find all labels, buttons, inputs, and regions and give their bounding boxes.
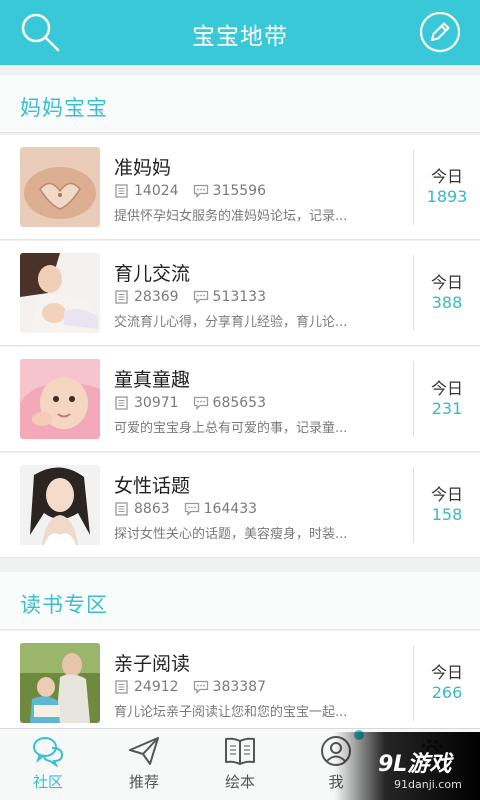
comment-icon [193, 184, 208, 198]
forum-row-qinzi[interactable]: 亲子阅读 24912 383387 育儿论坛亲子阅读让您和您的宝宝一起... 今… [0, 631, 480, 736]
watermark-logo: 9L游戏 91danji.com [334, 732, 480, 800]
watermark-main-text: 9L游戏 [378, 752, 452, 777]
document-icon [115, 396, 128, 410]
today-count: 231 [431, 399, 463, 418]
forum-description: 提供怀孕妇女服务的准妈妈论坛，记录... [114, 209, 348, 224]
thread-count: 24912 [134, 679, 179, 695]
forum-row-tongzhen[interactable]: 童真童趣 30971 685653 可爱的宝宝身上总有可爱的事，记录童... 今… [0, 347, 480, 452]
today-label: 今日 [430, 379, 463, 398]
forum-name: 女性话题 [114, 475, 191, 497]
forum-stats: 30971 685653 [114, 395, 266, 411]
tab-recommend[interactable]: 推荐 [96, 729, 192, 800]
today-label: 今日 [430, 663, 463, 682]
tab-label: 社区 [32, 773, 63, 791]
thread-count: 8863 [134, 501, 170, 517]
forum-row-zhunmama[interactable]: 准妈妈 14024 315596 提供怀孕妇女服务的准妈妈论坛，记录... 今日… [0, 135, 480, 240]
forum-stats: 8863 164433 [114, 501, 257, 517]
watermark-url: 91danji.com [394, 778, 462, 791]
forum-thumbnail [20, 147, 100, 227]
thread-count: 30971 [134, 395, 179, 411]
paper-plane-icon [129, 737, 159, 765]
edit-icon [419, 11, 461, 53]
today-count: 388 [431, 293, 463, 312]
top-bar: 宝宝地带 [0, 0, 480, 65]
chat-bubbles-icon [33, 737, 64, 767]
book-icon [225, 737, 255, 765]
document-icon [115, 184, 128, 198]
reply-count: 315596 [212, 183, 266, 199]
document-icon [115, 680, 128, 694]
document-icon [115, 502, 128, 516]
forum-thumbnail [20, 643, 100, 723]
comment-icon [193, 680, 208, 694]
forum-row-yuer[interactable]: 育儿交流 28369 513133 交流育儿心得，分享育儿经验，育儿论... 今… [0, 241, 480, 346]
document-icon [115, 290, 128, 304]
forum-thumbnail [20, 359, 100, 439]
today-count: 158 [431, 505, 463, 524]
today-label: 今日 [430, 485, 463, 504]
section-title-reading: 读书专区 [0, 572, 480, 630]
today-label: 今日 [430, 273, 463, 292]
forum-row-nvxing[interactable]: 女性话题 8863 164433 探讨女性关心的话题，美容瘦身，时装... 今日… [0, 453, 480, 558]
tab-label: 绘本 [224, 773, 255, 791]
forum-thumbnail [20, 253, 100, 333]
forum-description: 探讨女性关心的话题，美容瘦身，时装... [114, 527, 348, 542]
today-count: 1893 [426, 187, 468, 206]
section-title-mama-baby: 妈妈宝宝 [0, 75, 480, 133]
forum-description: 育儿论坛亲子阅读让您和您的宝宝一起... [114, 705, 348, 720]
reply-count: 383387 [212, 679, 266, 695]
forum-description: 可爱的宝宝身上总有可爱的事，记录童... [114, 421, 348, 436]
page-title: 宝宝地带 [192, 24, 288, 50]
forum-thumbnail [20, 465, 100, 545]
forum-name: 童真童趣 [114, 369, 191, 391]
reply-count: 685653 [212, 395, 266, 411]
tab-community[interactable]: 社区 [0, 729, 96, 800]
reply-count: 164433 [203, 501, 258, 517]
forum-description: 交流育儿心得，分享育儿经验，育儿论... [114, 315, 348, 330]
forum-name: 准妈妈 [114, 157, 172, 179]
forum-stats: 24912 383387 [114, 679, 266, 695]
today-label: 今日 [430, 167, 463, 186]
reply-count: 513133 [212, 289, 266, 305]
comment-icon [193, 290, 208, 304]
forum-stats: 14024 315596 [114, 183, 266, 199]
tab-label: 推荐 [128, 773, 159, 791]
tab-picture-book[interactable]: 绘本 [192, 729, 288, 800]
today-count: 266 [431, 683, 463, 702]
forum-stats: 28369 513133 [114, 289, 266, 305]
comment-icon [184, 502, 199, 516]
forum-name: 育儿交流 [114, 263, 191, 285]
thread-count: 28369 [134, 289, 179, 305]
comment-icon [193, 396, 208, 410]
edit-button[interactable] [418, 10, 462, 54]
thread-count: 14024 [134, 183, 179, 199]
forum-name: 亲子阅读 [114, 653, 191, 675]
